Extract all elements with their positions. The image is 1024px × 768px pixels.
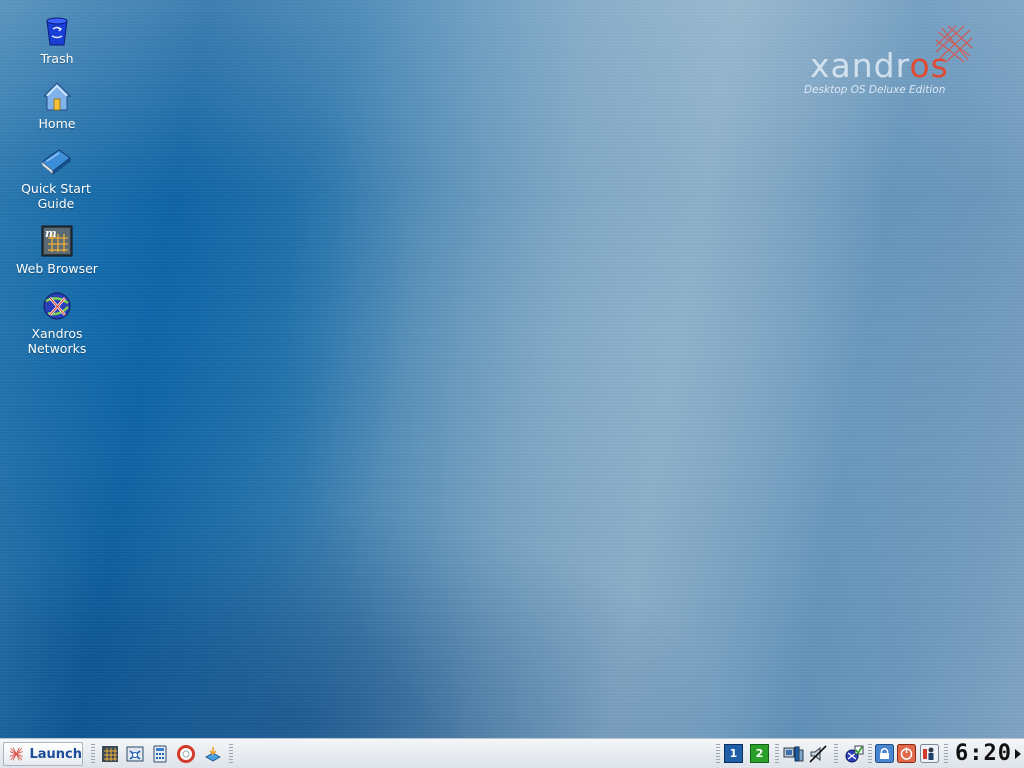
book-icon bbox=[41, 149, 71, 175]
clock[interactable]: 6:20 bbox=[955, 742, 1011, 766]
desktop-icon-label: Home bbox=[38, 116, 76, 131]
taskbar-grip[interactable] bbox=[834, 744, 838, 764]
desktop-icon-quick-start-guide[interactable]: Quick Start Guide bbox=[8, 144, 104, 211]
svg-text:m: m bbox=[45, 227, 57, 240]
network-icon[interactable] bbox=[783, 745, 805, 763]
volume-muted-icon[interactable] bbox=[808, 745, 828, 763]
control-center-icon[interactable] bbox=[126, 745, 144, 763]
lock-icon[interactable] bbox=[875, 744, 894, 763]
xandros-logo: xandros Desktop OS Deluxe Edition bbox=[804, 24, 984, 102]
taskbar: Launch 1 2 6:20 bbox=[0, 738, 1024, 768]
install-icon[interactable] bbox=[204, 745, 222, 763]
desktop-icon-xandros-networks[interactable]: Xandros Networks bbox=[9, 289, 105, 356]
taskbar-grip[interactable] bbox=[868, 744, 872, 764]
power-icon[interactable] bbox=[897, 744, 916, 763]
desktop-icon-web-browser[interactable]: m Web Browser bbox=[9, 224, 105, 276]
help-icon[interactable] bbox=[177, 745, 195, 763]
trash-icon bbox=[46, 17, 68, 46]
desktop-icon-label: Trash bbox=[40, 51, 74, 66]
taskbar-grip[interactable] bbox=[229, 744, 233, 764]
taskbar-grip[interactable] bbox=[775, 744, 779, 764]
desktop-icon-home[interactable]: Home bbox=[9, 79, 105, 131]
panel-expand-button[interactable] bbox=[1011, 742, 1024, 766]
user-icon[interactable] bbox=[920, 744, 939, 763]
virtual-desktop-2[interactable]: 2 bbox=[750, 744, 769, 763]
virtual-desktop-1[interactable]: 1 bbox=[724, 744, 743, 763]
logo-wordmark-accent: os bbox=[909, 46, 949, 85]
launch-label: Launch bbox=[29, 746, 82, 762]
xandros-star-icon bbox=[9, 747, 23, 761]
file-manager-icon[interactable] bbox=[101, 745, 119, 763]
logo-edition: Desktop OS Deluxe Edition bbox=[804, 84, 946, 96]
taskbar-grip[interactable] bbox=[716, 744, 720, 764]
logo-wordmark-main: xandr bbox=[810, 46, 910, 85]
web-browser-icon: m bbox=[41, 225, 73, 257]
launch-button[interactable]: Launch bbox=[3, 742, 83, 766]
desktop-icon-label: Quick Start Guide bbox=[21, 181, 91, 211]
update-icon[interactable] bbox=[843, 745, 865, 763]
taskbar-grip[interactable] bbox=[944, 744, 948, 764]
desktop-icon-trash[interactable]: Trash bbox=[9, 14, 105, 66]
home-icon bbox=[42, 82, 72, 111]
taskbar-grip[interactable] bbox=[91, 744, 95, 764]
desktop-icon-label: Web Browser bbox=[16, 261, 98, 276]
desktop[interactable]: Trash Home Quick Start Guide m Web Brows… bbox=[0, 0, 1024, 738]
desktop-icon-label: Xandros Networks bbox=[27, 326, 87, 356]
xandros-networks-icon bbox=[43, 292, 71, 320]
logo-wordmark: xandros bbox=[810, 46, 949, 85]
arrow-right-icon bbox=[1014, 749, 1021, 759]
calculator-icon[interactable] bbox=[151, 745, 169, 763]
